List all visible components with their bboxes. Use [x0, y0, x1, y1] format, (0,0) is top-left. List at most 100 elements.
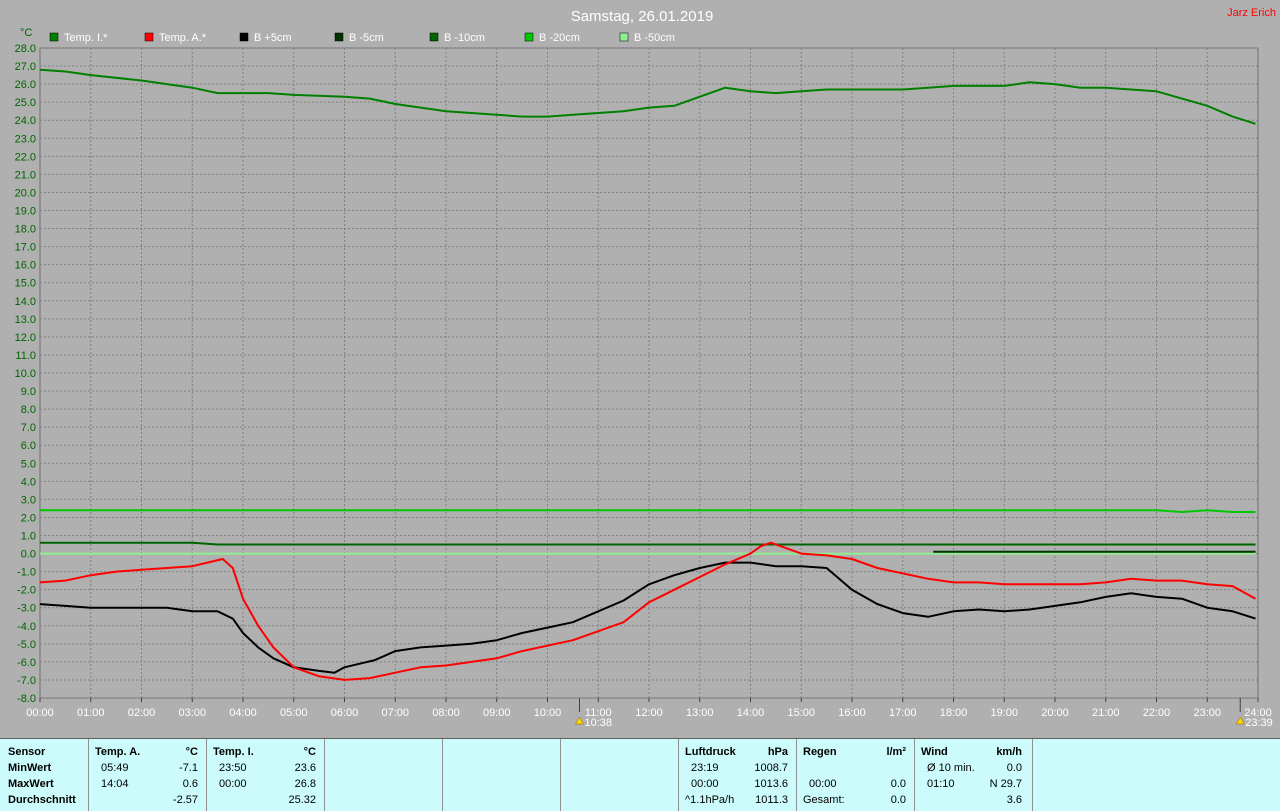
- x-tick-label: 07:00: [381, 707, 409, 719]
- pressure-average: 1011.3: [755, 794, 788, 806]
- pressure-min-time: 23:19: [691, 762, 719, 774]
- temp-a-average: -2.57: [172, 794, 198, 806]
- legend-swatch: [239, 32, 249, 42]
- x-tick-label: 22:00: [1143, 707, 1171, 719]
- y-tick-label: 2.0: [21, 512, 36, 524]
- statistics-panel: Sensor MinWert MaxWert Durchschnitt Temp…: [0, 738, 1280, 811]
- pressure-min-value: 1008.7: [754, 762, 788, 774]
- wind-day-average: 3.6: [1006, 794, 1022, 806]
- temp-a-max-value: 0.6: [182, 778, 198, 790]
- y-tick-label: -5.0: [17, 639, 36, 651]
- divider: [442, 739, 443, 811]
- x-tick-label: 16:00: [838, 707, 866, 719]
- header-temp-a: Temp. A.: [95, 746, 141, 758]
- row-label-avg: Durchschnitt: [8, 794, 76, 806]
- y-tick-label: 6.0: [21, 440, 36, 452]
- author-label: Jarz Erich: [1227, 7, 1276, 19]
- x-tick-label: 21:00: [1092, 707, 1120, 719]
- x-tick-label: 19:00: [990, 707, 1018, 719]
- y-tick-label: 24.0: [15, 115, 36, 127]
- series-lines: [39, 68, 1256, 681]
- y-tick-label: -2.0: [17, 585, 36, 597]
- stats-header-sensor: Sensor: [8, 746, 46, 758]
- x-tick-label: 17:00: [889, 707, 917, 719]
- x-tick-label: 18:00: [940, 707, 968, 719]
- temperature-chart: Samstag, 26.01.2019 Jarz Erich °C Temp. …: [15, 7, 1276, 729]
- header-temp-a-unit: °C: [185, 746, 198, 758]
- y-tick-label: 22.0: [15, 151, 36, 163]
- y-axis-unit: °C: [20, 27, 32, 39]
- y-tick-label: -3.0: [17, 603, 36, 615]
- wind-max-time: 01:10: [927, 778, 955, 790]
- y-tick-label: 5.0: [21, 458, 36, 470]
- y-tick-label: 11.0: [15, 350, 36, 362]
- annotation-label: 23:39: [1245, 717, 1273, 729]
- series-line-temp-a: [39, 541, 1256, 681]
- rain-total-label: Gesamt:: [803, 794, 845, 806]
- x-tick-label: 12:00: [635, 707, 663, 719]
- y-tick-label: 0.0: [21, 549, 36, 561]
- header-temp-i: Temp. I.: [213, 746, 254, 758]
- x-tick-label: 23:00: [1193, 707, 1221, 719]
- y-tick-label: -6.0: [17, 657, 36, 669]
- rain-value: 0.0: [890, 778, 906, 790]
- legend-swatch: [334, 32, 344, 42]
- header-pressure-unit: hPa: [767, 746, 788, 758]
- y-tick-label: 10.0: [15, 368, 36, 380]
- legend-label: B +5cm: [254, 32, 292, 44]
- row-label-min: MinWert: [8, 762, 52, 774]
- header-temp-i-unit: °C: [303, 746, 316, 758]
- pressure-trend: ^1.1hPa/h: [685, 794, 735, 806]
- temp-a-max-time: 14:04: [101, 778, 129, 790]
- x-tick-label: 05:00: [280, 707, 308, 719]
- wind-avg-value: 0.0: [1006, 762, 1022, 774]
- annotation-label: 10:38: [584, 717, 612, 729]
- x-tick-label: 01:00: [77, 707, 105, 719]
- y-tick-label: 8.0: [21, 404, 36, 416]
- pressure-max-time: 00:00: [691, 778, 719, 790]
- y-tick-label: 15.0: [15, 278, 36, 290]
- y-tick-label: 28.0: [15, 43, 36, 55]
- x-tick-label: 13:00: [686, 707, 714, 719]
- y-tick-label: 12.0: [15, 332, 36, 344]
- divider: [914, 739, 915, 811]
- divider: [324, 739, 325, 811]
- y-axis-ticks: 28.0 27.0 26.0 25.0 24.0 23.0 22.0 21.0 20.0 19.0…: [15, 43, 36, 705]
- divider: [796, 739, 797, 811]
- y-tick-label: 23.0: [15, 133, 36, 145]
- series-line-temp-i: [39, 68, 1256, 125]
- x-tick-label: 00:00: [26, 707, 54, 719]
- y-tick-label: 21.0: [15, 169, 36, 181]
- y-tick-label: 9.0: [21, 386, 36, 398]
- x-tick-label: 08:00: [432, 707, 460, 719]
- x-tick-label: 14:00: [737, 707, 765, 719]
- header-rain: Regen: [803, 746, 837, 758]
- y-tick-label: -4.0: [17, 621, 36, 633]
- divider: [560, 739, 561, 811]
- legend-label: B -5cm: [349, 32, 384, 44]
- y-tick-label: 4.0: [21, 476, 36, 488]
- header-rain-unit: l/m²: [886, 746, 906, 758]
- y-tick-label: 7.0: [21, 422, 36, 434]
- y-tick-label: 27.0: [15, 61, 36, 73]
- legend-label: B -50cm: [634, 32, 675, 44]
- x-axis-ticks: 00:00 01:00 02:00 03:00 04:00 05:00 06:00 07:00…: [26, 698, 1272, 719]
- y-tick-label: 20.0: [15, 187, 36, 199]
- x-tick-label: 15:00: [787, 707, 815, 719]
- legend-label: B -20cm: [539, 32, 580, 44]
- wind-avg-label: Ø 10 min.: [927, 762, 975, 774]
- y-tick-label: 19.0: [15, 206, 36, 218]
- y-tick-label: 26.0: [15, 79, 36, 91]
- x-tick-label: 10:00: [534, 707, 562, 719]
- legend-swatch: [524, 32, 534, 42]
- series-line-b-5cm: [39, 561, 1256, 674]
- y-tick-label: 17.0: [15, 242, 36, 254]
- x-tick-label: 09:00: [483, 707, 511, 719]
- divider: [206, 739, 207, 811]
- legend-label: B -10cm: [444, 32, 485, 44]
- x-tick-label: 04:00: [229, 707, 257, 719]
- chart-title: Samstag, 26.01.2019: [571, 8, 714, 25]
- header-pressure: Luftdruck: [685, 746, 736, 758]
- legend-label: Temp. I.*: [64, 32, 108, 44]
- y-tick-label: 16.0: [15, 260, 36, 272]
